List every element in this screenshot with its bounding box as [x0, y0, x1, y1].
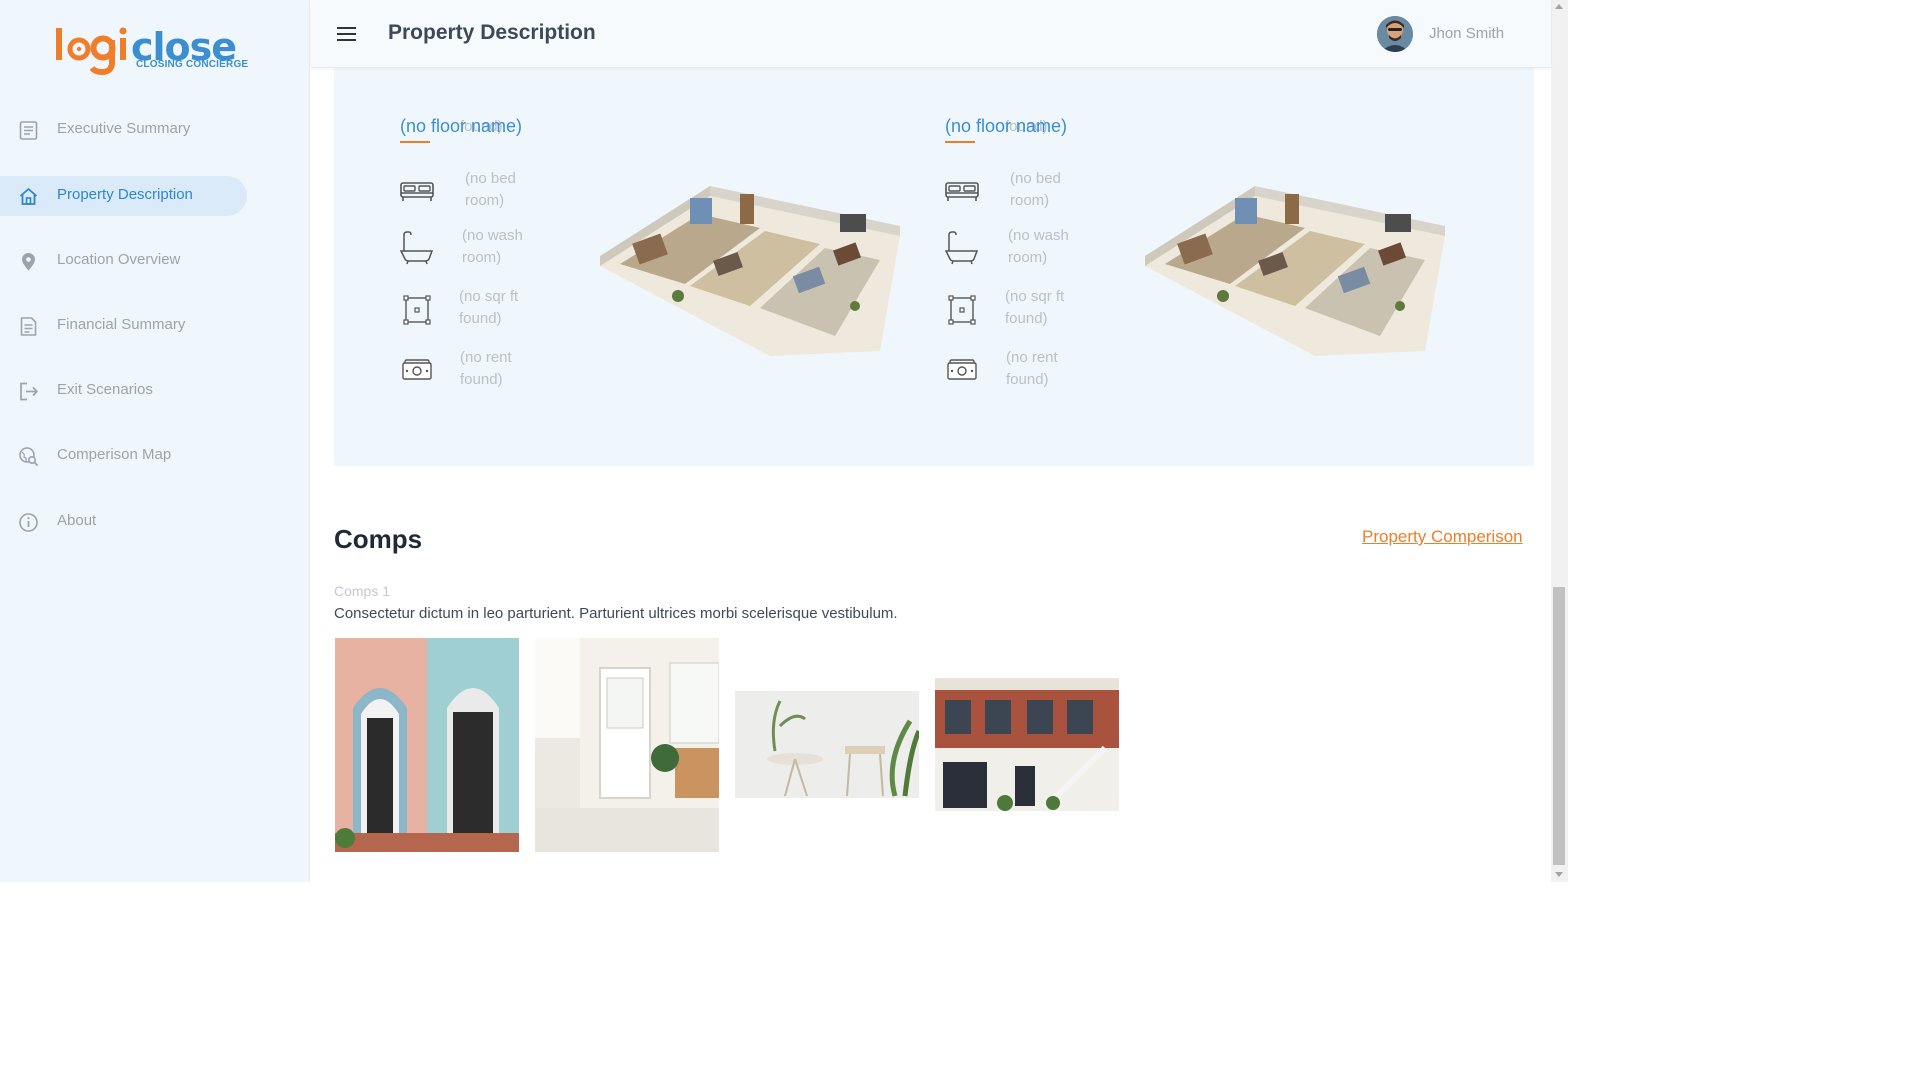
rent-text: (no rent found) [460, 349, 512, 388]
sidebar-item-label: Financial Summary [57, 316, 186, 333]
bed-icon [945, 182, 979, 201]
comp-photo[interactable] [335, 638, 519, 852]
sidebar-item-label: Executive Summary [57, 120, 191, 137]
document-icon [20, 317, 37, 336]
user-name[interactable]: Jhon Smith [1429, 25, 1504, 42]
comps-title: Comps [334, 524, 423, 554]
sidebar-item-label: Comperison Map [57, 446, 172, 463]
document-icon [19, 121, 38, 140]
map-search-icon [19, 447, 39, 467]
scroll-down-arrow-icon[interactable] [1555, 872, 1563, 877]
comps-subtitle: Comps 1 [334, 583, 391, 599]
floor-plan-3d-image [1145, 186, 1445, 356]
sidebar-item-about[interactable]: About [0, 502, 247, 542]
sqft-text: (no sqr ft found) [1005, 288, 1065, 327]
washrooms-text: (no wash room) [462, 227, 523, 266]
comp-photo-doors [335, 638, 519, 852]
comp-photo[interactable] [935, 678, 1119, 811]
location-pin-icon [22, 253, 35, 271]
area-icon [403, 295, 431, 325]
sidebar-item-label: Property Description [57, 186, 193, 203]
sidebar-item-label: Exit Scenarios [57, 381, 153, 398]
property-comparison-link[interactable]: Property Comperison [1362, 527, 1523, 547]
info-icon [19, 513, 38, 532]
scroll-up-arrow-icon[interactable] [1555, 4, 1563, 9]
bedrooms-text: (no bed room) [465, 170, 516, 209]
sidebar-item-executive-summary[interactable]: Executive Summary [0, 110, 247, 150]
sqft-text: (no sqr ft found) [459, 288, 519, 327]
area-icon [948, 295, 976, 325]
floor-name-underline [945, 141, 975, 143]
money-icon [947, 359, 977, 380]
floor-name-underline [400, 141, 430, 143]
scrollbar-thumb[interactable] [1553, 587, 1565, 865]
sidebar-item-label: About [57, 512, 97, 529]
sidebar-item-exit-scenarios[interactable]: Exit Scenarios [0, 371, 247, 411]
bedrooms-text: (no bed room) [1010, 170, 1061, 209]
floor-name: (no floor name) [400, 116, 523, 136]
sidebar-item-location-overview[interactable]: Location Overview [0, 241, 247, 281]
hamburger-menu-icon[interactable] [337, 24, 357, 44]
bathtub-icon [400, 231, 434, 265]
bathtub-icon [945, 231, 979, 265]
home-icon [19, 188, 38, 205]
scrollbar[interactable] [1551, 0, 1568, 882]
sidebar-item-label: Location Overview [57, 251, 181, 268]
page-title: Property Description [388, 21, 596, 44]
sidebar: close CLOSING CONCIERGE Executive Summar… [0, 0, 310, 882]
avatar-image [1377, 16, 1413, 52]
top-header: Property Description Jhon Smith [311, 0, 1551, 68]
logo-tagline: CLOSING CONCIERGE [136, 59, 249, 70]
floor-plan-3d-image [600, 186, 900, 356]
comp-photo[interactable] [535, 638, 719, 852]
comp-photo[interactable] [735, 691, 919, 798]
washrooms-text: (no wash room) [1008, 227, 1069, 266]
sidebar-item-financial-summary[interactable]: Financial Summary [0, 306, 247, 346]
comp-photo-building [935, 678, 1119, 811]
bed-icon [400, 182, 434, 201]
logo[interactable]: close CLOSING CONCIERGE [54, 22, 264, 78]
sidebar-item-property-description[interactable]: Property Description [0, 176, 247, 216]
floor-plans-panel: found) (no floor name) (no bed room) (no… [334, 60, 1534, 466]
money-icon [402, 359, 432, 380]
rent-text: (no rent found) [1006, 349, 1058, 388]
exit-icon [20, 382, 38, 401]
sidebar-item-comperison-map[interactable]: Comperison Map [0, 436, 247, 476]
avatar[interactable] [1377, 16, 1413, 52]
floor-name: (no floor name) [945, 116, 1068, 136]
comp-photo-kitchen [535, 638, 719, 852]
comp-photo-interior [735, 691, 919, 798]
comps-description: Consectetur dictum in leo parturient. Pa… [334, 605, 898, 622]
